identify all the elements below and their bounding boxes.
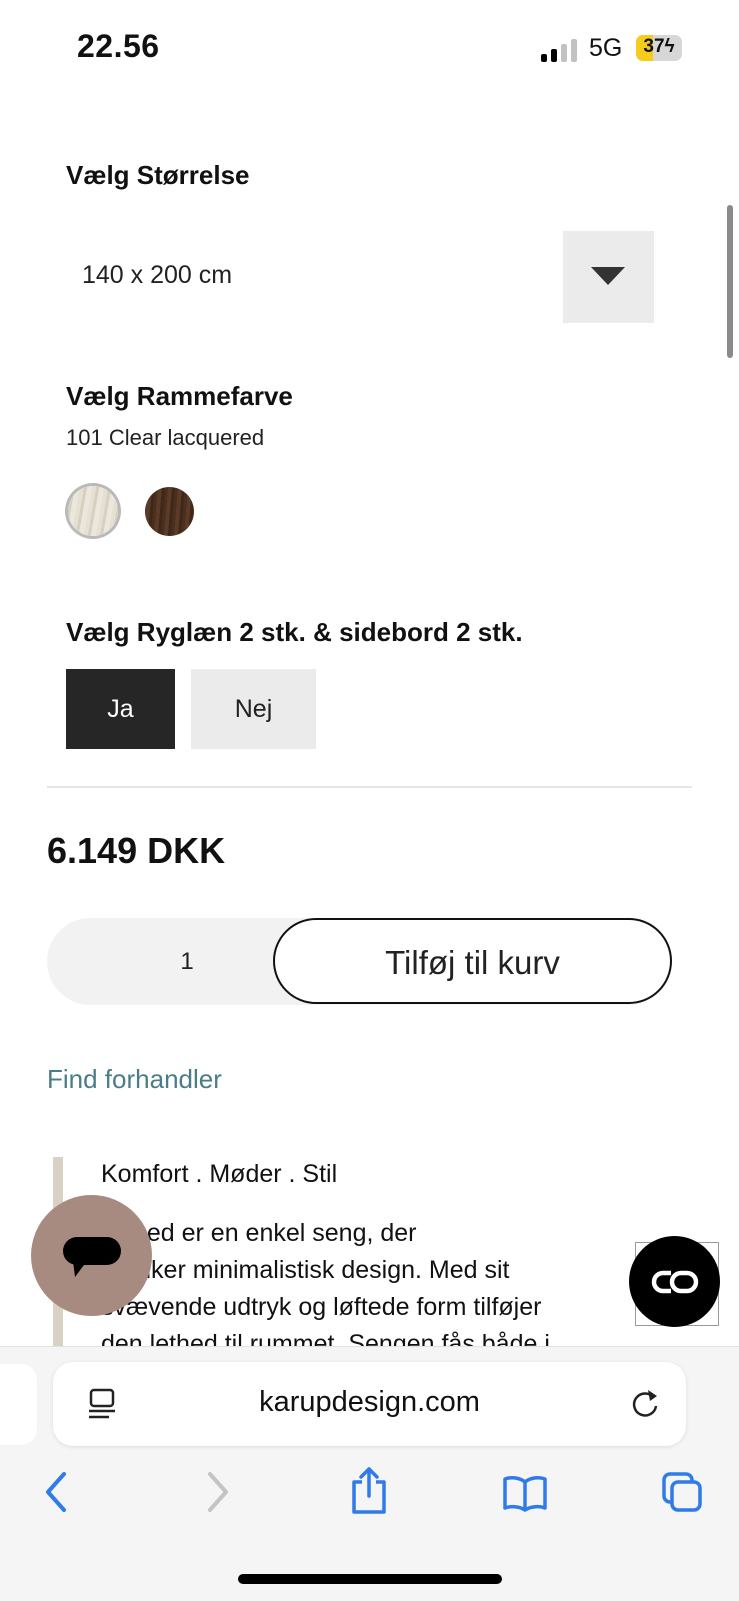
description-line: æenker minimalistisk design. Med sit: [101, 1256, 510, 1284]
description-heading: Komfort . Møder . Stil: [101, 1160, 338, 1188]
battery-level: 37: [643, 36, 665, 57]
size-selected-value: 140 x 200 cm: [82, 261, 233, 289]
size-heading: Vælg Størrelse: [66, 160, 250, 190]
size-dropdown-toggle[interactable]: [563, 231, 654, 323]
share-icon[interactable]: [349, 1466, 389, 1516]
price: 6.149 DKK: [47, 830, 226, 871]
battery-icon: 37ϟ: [636, 35, 682, 61]
scrollbar[interactable]: [727, 205, 733, 358]
forward-icon[interactable]: [202, 1470, 232, 1514]
swatch-clear-lacquered[interactable]: [68, 486, 118, 536]
option-nej-button[interactable]: Nej: [191, 669, 316, 749]
description-line: ial bed er en enkel seng, der: [101, 1219, 417, 1247]
frame-color-heading: Vælg Rammefarve: [66, 381, 293, 411]
network-label: 5G: [589, 34, 623, 62]
status-time: 22.56: [77, 28, 160, 64]
chat-icon: [63, 1237, 121, 1277]
home-indicator: [238, 1574, 502, 1584]
option-ja-button[interactable]: Ja: [66, 669, 175, 749]
caret-down-icon: [591, 267, 625, 285]
description-line: svævende udtryk og løftede form tilføjer: [101, 1293, 542, 1321]
description-line: den lethed til rummet. Sengen fås både i: [101, 1330, 550, 1346]
chat-button[interactable]: [31, 1195, 152, 1316]
swatch-dark-wood[interactable]: [145, 487, 194, 536]
previous-tab-edge[interactable]: [0, 1364, 37, 1445]
signal-icon: [541, 38, 579, 62]
description-text: ial bed er en enkel seng, der æenker min…: [101, 1215, 661, 1346]
frame-color-selected: 101 Clear lacquered: [66, 425, 265, 450]
tabs-icon[interactable]: [660, 1470, 704, 1514]
add-to-cart-button[interactable]: Tilføj til kurv: [273, 918, 672, 1004]
address-bar[interactable]: karupdesign.com: [53, 1362, 686, 1446]
size-select[interactable]: 140 x 200 cm: [66, 231, 654, 323]
co-widget-button[interactable]: [629, 1236, 720, 1327]
reload-icon[interactable]: [630, 1386, 660, 1420]
url-text: karupdesign.com: [259, 1386, 480, 1418]
co-logo-icon: [651, 1270, 699, 1294]
divider: [47, 786, 692, 788]
backrest-heading: Vælg Ryglæn 2 stk. & sidebord 2 stk.: [66, 617, 523, 647]
back-icon[interactable]: [42, 1470, 72, 1514]
bookmarks-icon[interactable]: [502, 1474, 548, 1512]
find-dealer-link[interactable]: Find forhandler: [47, 1064, 222, 1095]
